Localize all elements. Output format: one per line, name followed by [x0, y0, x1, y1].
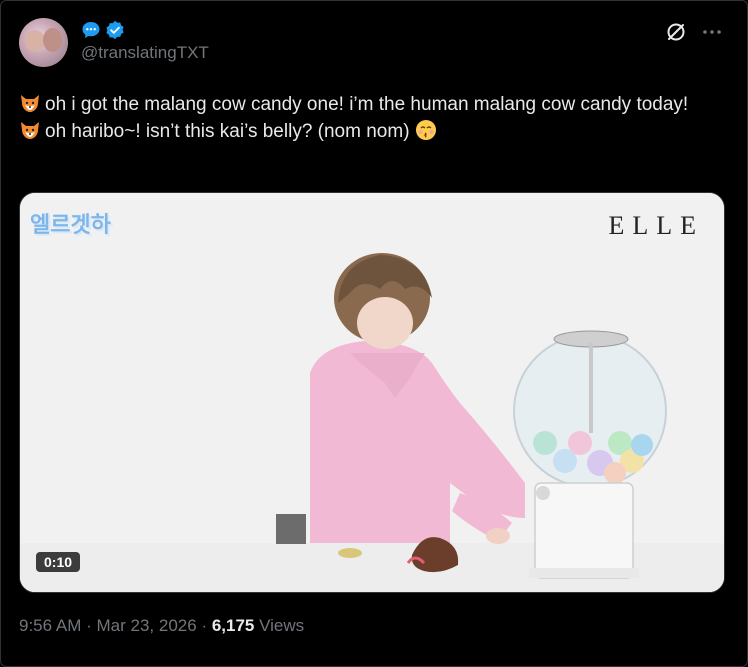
- avatar[interactable]: [19, 18, 68, 67]
- video-duration: 0:10: [36, 552, 81, 572]
- tweet-line-1: oh i got the malang cow candy one! i’m t…: [19, 91, 734, 118]
- author-handle[interactable]: @translatingTXT: [81, 43, 209, 63]
- avatar-image-part: [43, 28, 62, 52]
- kissing-face-emoji: [415, 120, 436, 140]
- tweet-line-2-text: oh haribo~! isn’t this kai’s belly? (nom…: [45, 121, 410, 142]
- fox-emoji: [21, 95, 39, 112]
- tweet-time[interactable]: 9:56 AM: [19, 616, 81, 635]
- slashed-circle-icon[interactable]: [665, 21, 687, 43]
- tweet-date[interactable]: Mar 23, 2026: [97, 616, 197, 635]
- fox-emoji: [21, 122, 39, 139]
- show-logo: 엘르겟하: [30, 212, 111, 237]
- brand-logo: ELLE: [608, 211, 704, 240]
- tweet-line-2: oh haribo~! isn’t this kai’s belly? (nom…: [19, 118, 734, 145]
- video-player[interactable]: 엘르겟하 ELLE 0:10: [19, 192, 725, 593]
- views-label: Views: [259, 616, 305, 635]
- meta-separator: ·: [86, 616, 92, 635]
- tweet-actions-top: [665, 21, 723, 43]
- author-badges: [81, 20, 125, 40]
- avatar-image-part: [25, 30, 45, 52]
- video-frame: [20, 193, 724, 592]
- more-options-icon[interactable]: [701, 21, 723, 43]
- tweet-meta: 9:56 AM · Mar 23, 2026 · 6,175 Views: [19, 616, 304, 636]
- chat-bubble-icon: [82, 22, 100, 38]
- tweet-line-1-text: oh i got the malang cow candy one! i’m t…: [45, 94, 689, 115]
- views-count: 6,175: [211, 616, 255, 635]
- tweet-card: @translatingTXT oh i got the malang cow …: [0, 0, 748, 667]
- tweet-text: oh i got the malang cow candy one! i’m t…: [19, 91, 734, 145]
- meta-separator: ·: [201, 616, 208, 635]
- verified-badge-icon: [106, 20, 124, 40]
